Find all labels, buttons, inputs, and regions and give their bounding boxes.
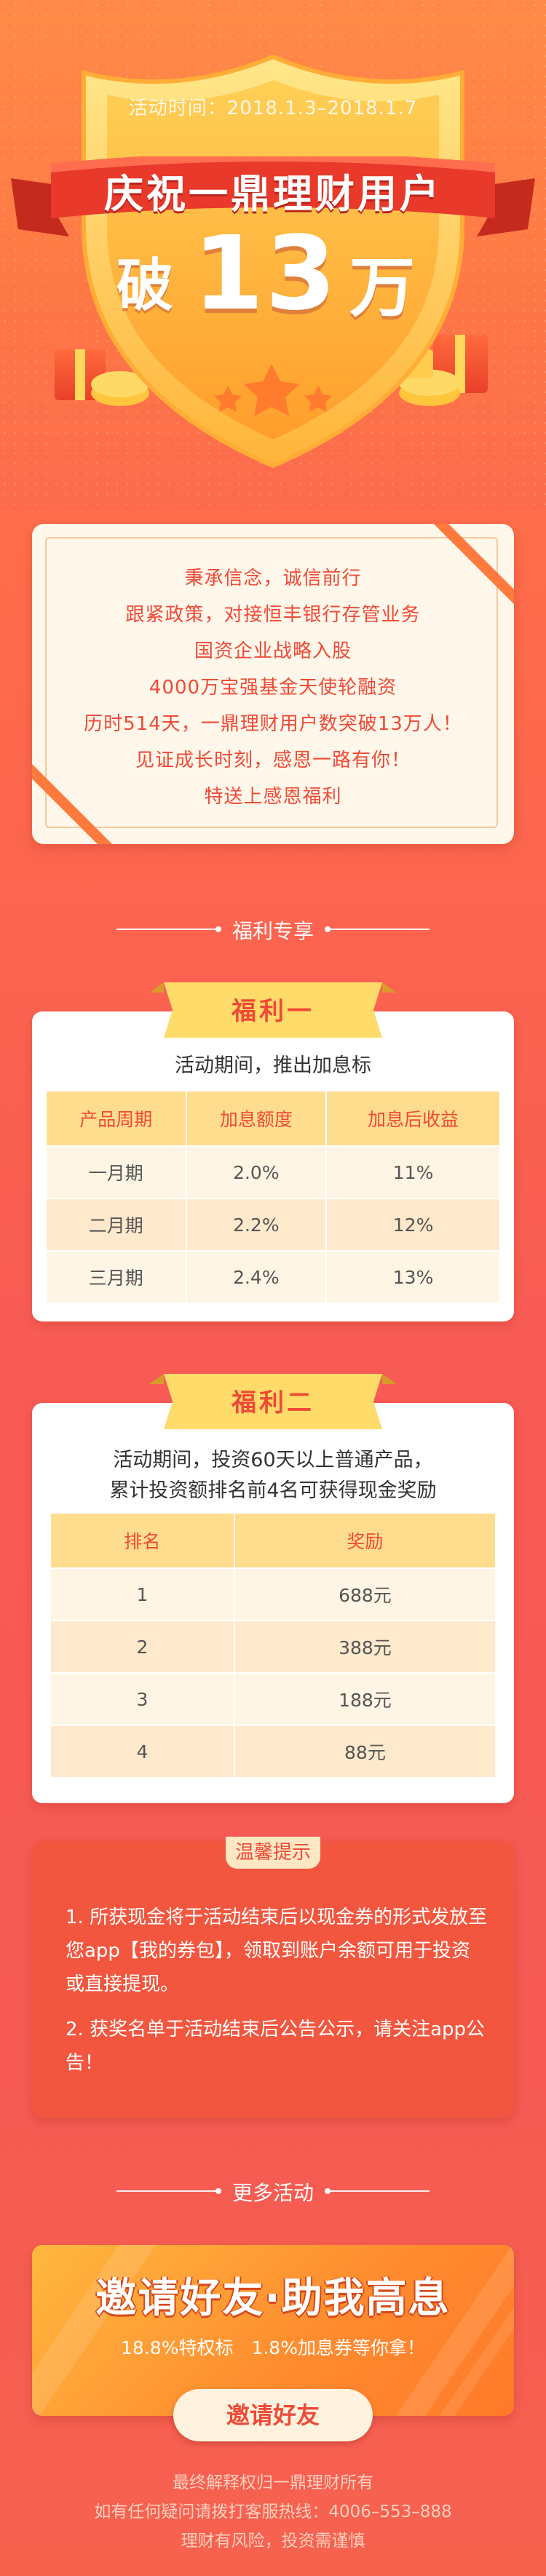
- table-row: 1 688元: [50, 1567, 497, 1621]
- footer-rights: 最终解释权归一鼎理财所有: [173, 2473, 373, 2492]
- table-cell: 3: [50, 1672, 235, 1726]
- activity-date: 活动时间：2018.1.3–2018.1.7: [128, 98, 418, 119]
- table-header: 排名: [50, 1512, 235, 1569]
- table-row: 4 88元: [50, 1725, 497, 1778]
- table-cell: 1: [50, 1567, 235, 1621]
- table-header: 产品周期: [45, 1090, 187, 1147]
- intro-line: 见证成长时刻，感恩一路有你！: [135, 750, 411, 771]
- invite-button-label: 邀请好友: [226, 2401, 320, 2429]
- intro-line: 特送上感恩福利: [204, 786, 342, 808]
- intro-line: 秉承信念，诚信前行: [184, 568, 362, 589]
- intro-line: 国资企业战略入股: [194, 640, 352, 662]
- benefit2-card: 活动期间，投资60天以上普通产品， 累计投资额排名前4名可获得现金奖励 排名 奖…: [32, 1403, 514, 1803]
- notice-title: 温馨提示: [234, 1842, 311, 1864]
- intro-text: 秉承信念，诚信前行 跟紧政策，对接恒丰银行存管业务 国资企业战略入股 4000万…: [32, 560, 514, 815]
- notice-panel: 温馨提示 1. 所获现金将于活动结束后以现金券的形式发放至您app【我的券包】，…: [32, 1837, 514, 2118]
- table-cell: 13%: [325, 1250, 501, 1304]
- table-row: 二月期 2.2% 12%: [45, 1198, 501, 1252]
- banner-subtitle: 18.8%特权标 1.8%加息券等你拿！: [121, 2337, 425, 2358]
- table-row: 一月期 2.0% 11%: [45, 1145, 501, 1199]
- hero-number: 13: [193, 215, 338, 333]
- table-cell: 11%: [325, 1145, 501, 1199]
- table-cell: 一月期: [45, 1145, 187, 1199]
- section-title-more: 更多活动: [232, 2181, 314, 2205]
- table-cell: 2.2%: [185, 1198, 328, 1252]
- benefit2-desc-line1: 活动期间，投资60天以上普通产品，: [113, 1449, 433, 1471]
- table-cell: 三月期: [45, 1250, 187, 1304]
- invite-friends-button[interactable]: 邀请好友: [173, 2389, 373, 2441]
- table-cell: 388元: [233, 1620, 497, 1674]
- intro-line: 跟紧政策，对接恒丰银行存管业务: [125, 604, 421, 626]
- table-cell: 2.0%: [185, 1145, 328, 1199]
- table-header: 奖励: [233, 1512, 497, 1569]
- footer-hotline: 如有任何疑问请拨打客服热线：4006–553–888: [94, 2503, 452, 2521]
- footer-risk: 理财有风险，投资需谨慎: [181, 2532, 365, 2551]
- table-header: 加息后收益: [325, 1090, 501, 1147]
- intro-card: 秉承信念，诚信前行 跟紧政策，对接恒丰银行存管业务 国资企业战略入股 4000万…: [32, 524, 514, 844]
- benefit1-tag: 福利一: [232, 997, 314, 1026]
- benefit2-table: 排名 奖励 1 688元 2 388元 3 188元 4 88元: [50, 1512, 497, 1778]
- table-cell: 688元: [233, 1567, 497, 1621]
- table-row: 三月期 2.4% 13%: [45, 1250, 501, 1304]
- ribbon-title: 庆祝一鼎理财用户: [104, 171, 442, 217]
- banner-title: 邀请好友·助我高息: [95, 2275, 451, 2322]
- benefit2-desc-line2: 累计投资额排名前4名可获得现金奖励: [109, 1479, 437, 1502]
- hero-wan-char: 万: [349, 250, 415, 326]
- intro-line: 4000万宝强基金天使轮融资: [149, 677, 397, 699]
- benefit1-card: 活动期间，推出加息标 产品周期 加息额度 加息后收益 一月期 2.0% 11% …: [32, 1011, 514, 1321]
- divider-line: [328, 929, 430, 930]
- table-cell: 12%: [325, 1198, 501, 1252]
- notice-item-2: 2. 获奖名单于活动结束后公告公示，请关注app公告！: [66, 2019, 486, 2074]
- hero-banner: 活动时间：2018.1.3–2018.1.7 庆祝一鼎理财用户 破 13 万: [0, 0, 546, 509]
- section-title-welfare: 福利专享: [232, 919, 314, 943]
- table-row: 3 188元: [50, 1672, 497, 1726]
- table-cell: 2: [50, 1620, 235, 1674]
- divider-line: [328, 2190, 430, 2192]
- table-cell: 188元: [233, 1672, 497, 1726]
- table-cell: 二月期: [45, 1198, 187, 1252]
- benefit1-table: 产品周期 加息额度 加息后收益 一月期 2.0% 11% 二月期 2.2% 12…: [45, 1090, 501, 1304]
- benefit1-desc: 活动期间，推出加息标: [175, 1054, 371, 1077]
- table-cell: 2.4%: [185, 1250, 328, 1304]
- benefit2-tag: 福利二: [232, 1388, 314, 1418]
- hero-break-char: 破: [116, 253, 174, 319]
- table-cell: 88元: [233, 1725, 497, 1778]
- intro-line: 历时514天，一鼎理财用户数突破13万人！: [84, 713, 462, 735]
- notice-item-1: 1. 所获现金将于活动结束后以现金券的形式发放至您app【我的券包】，领取到账户…: [66, 1907, 488, 1995]
- table-row: 2 388元: [50, 1620, 497, 1674]
- notice-tab: 温馨提示: [226, 1837, 320, 1869]
- table-cell: 4: [50, 1725, 235, 1778]
- table-header: 加息额度: [185, 1090, 328, 1147]
